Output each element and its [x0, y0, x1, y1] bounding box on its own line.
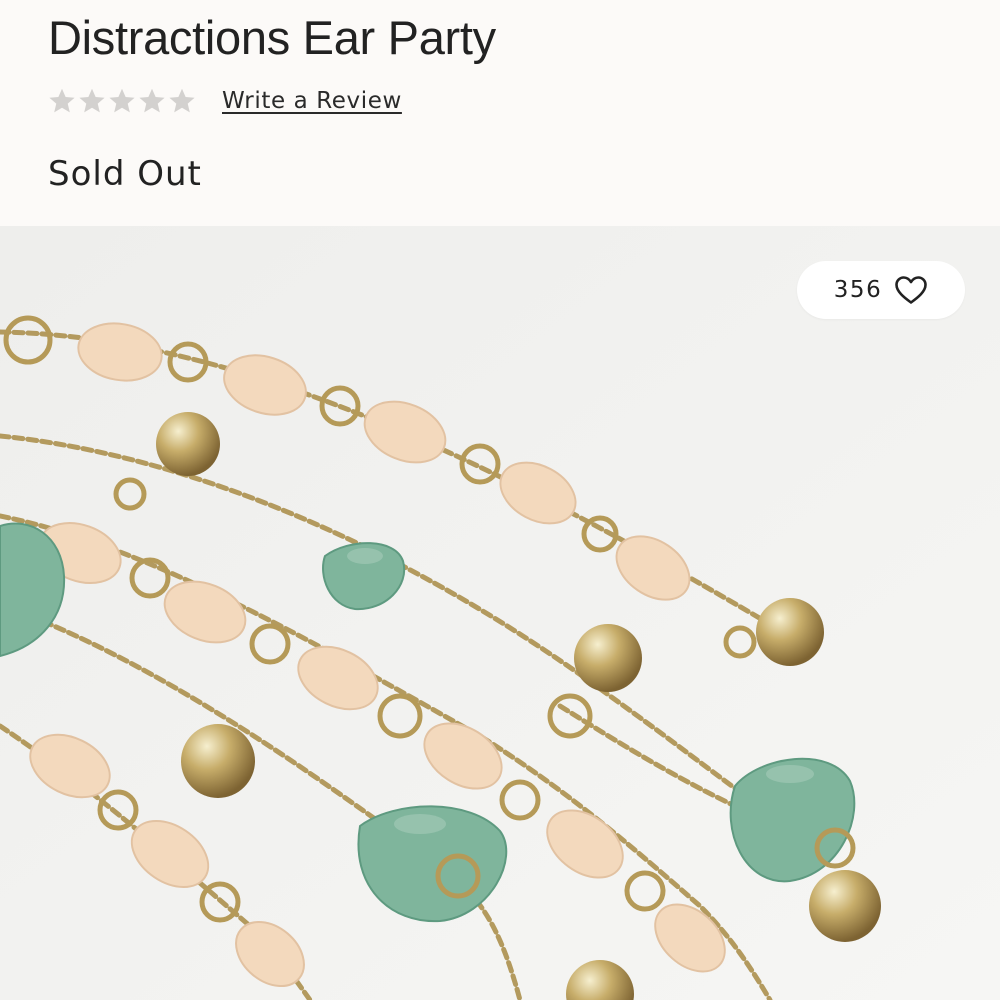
product-photo [0, 226, 1000, 1000]
star-rating [48, 87, 196, 115]
heart-icon [894, 275, 928, 305]
rating-row: Write a Review [48, 84, 402, 118]
product-header: Distractions Ear Party Write a Review So… [0, 0, 1000, 226]
like-button[interactable]: 356 [797, 261, 965, 319]
star-icon [138, 87, 166, 115]
star-icon [78, 87, 106, 115]
star-icon [168, 87, 196, 115]
write-review-link[interactable]: Write a Review [222, 88, 402, 114]
star-icon [108, 87, 136, 115]
like-count: 356 [833, 277, 883, 303]
star-icon [48, 87, 76, 115]
product-image[interactable]: 356 [0, 226, 1000, 1000]
product-title: Distractions Ear Party [48, 11, 496, 64]
stock-status: Sold Out [48, 154, 202, 194]
